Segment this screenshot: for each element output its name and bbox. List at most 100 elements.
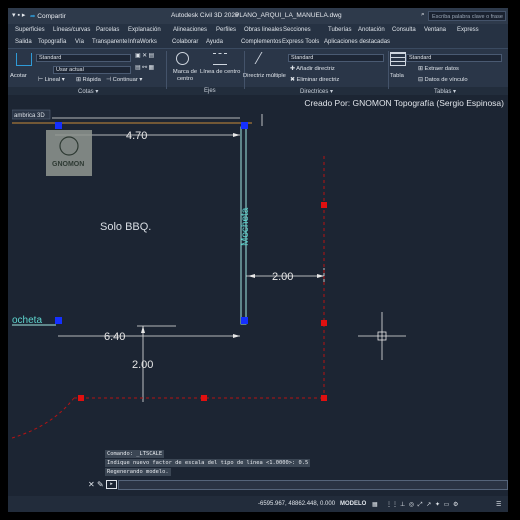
table-button[interactable]: Tabla [390, 73, 404, 79]
ribbon-tab[interactable]: Explanación [128, 27, 161, 33]
command-history-line: Comando: _LTSCALE [105, 450, 165, 458]
app-title: Autodesk Civil 3D 2026 [171, 12, 239, 19]
grip-red[interactable] [201, 395, 207, 401]
ribbon-tab[interactable]: Vía [75, 39, 84, 45]
table-icon[interactable] [390, 52, 406, 66]
dimension-style-dropdown[interactable]: Standard [36, 54, 131, 62]
ribbon-tab[interactable]: Ayuda [206, 39, 223, 45]
ribbon-tab[interactable]: Complementos [241, 39, 281, 45]
panel-label-cotas[interactable]: Cotas ▾ [78, 88, 98, 95]
room-label: Solo BBQ. [100, 221, 151, 233]
ribbon-tab[interactable]: Parcelas [96, 27, 119, 33]
grip-blue[interactable] [55, 317, 62, 324]
dimension-layer-dropdown[interactable]: Usar actual [53, 66, 131, 74]
ribbon-tab[interactable]: Transparente [92, 39, 127, 45]
ribbon-tab[interactable]: Obras lineales [244, 27, 282, 33]
drawing-svg[interactable]: ambrica 3D 4.70 GNOMON Mocheta ocheta So… [12, 96, 508, 484]
file-tab-label: ambrica 3D [14, 113, 45, 119]
coordinates-readout: -6595.967, 48862.448, 0.000 [258, 501, 336, 507]
ribbon: Acotar Standard ▣ ✕ ▤ Usar actual ▤ ⚯ ▦ … [8, 49, 508, 95]
menu-icon[interactable]: ☰ [496, 501, 501, 508]
quick-access-icons[interactable]: ▾ ▪ ▸ [12, 11, 25, 19]
ribbon-tab[interactable]: Tuberías [328, 27, 351, 33]
continue-button[interactable]: ⊣ Continuar ▾ [106, 77, 142, 83]
center-mark-icon[interactable] [176, 52, 189, 65]
dimension-arrow [248, 274, 255, 278]
dimension-icon[interactable] [16, 53, 32, 66]
center-line-button[interactable]: Línea de centro [200, 69, 240, 75]
ribbon-tab[interactable]: Aplicaciones destacadas [324, 39, 390, 45]
command-history-line: Regenerando modelo. [105, 468, 171, 476]
mocheta-label-vertical: Mocheta [240, 207, 251, 246]
dimension-arrow [317, 274, 324, 278]
ribbon-tab[interactable]: Colaborar [172, 39, 198, 45]
grip-blue[interactable] [55, 122, 62, 129]
grip-red[interactable] [321, 395, 327, 401]
grip-red[interactable] [78, 395, 84, 401]
extract-data-button[interactable]: ⊞ Extraer datos [418, 66, 459, 72]
drawing-canvas[interactable]: ambrica 3D 4.70 GNOMON Mocheta ocheta So… [12, 96, 508, 484]
ribbon-tab[interactable]: Líneas/curvas [53, 27, 90, 33]
dimension-text-vertical: 2.00 [132, 359, 153, 371]
command-recent-icon[interactable]: ▸ [106, 480, 117, 489]
panel-label-tablas[interactable]: Tablas ▾ [434, 88, 456, 95]
style-icons[interactable]: ▣ ✕ ▤ [135, 53, 154, 59]
divider [388, 51, 389, 89]
center-line-icon[interactable] [213, 53, 227, 65]
ribbon-tabs-row-1: Superficies Líneas/curvas Parcelas Explanac… [8, 24, 508, 36]
center-mark-button[interactable]: Marca de centro [170, 69, 200, 83]
title-bar: ▾ ▪ ▸ ➦ Compartir Autodesk Civil 3D 2026… [8, 8, 508, 24]
ribbon-tab[interactable]: Secciones [283, 27, 311, 33]
quick-button[interactable]: ⊞ Rápida [76, 77, 101, 83]
command-history-line: Indique nuevo factor de escala del tipo … [105, 459, 311, 467]
file-title: PLANO_ARQUI_LA_MANUELA.dwg [235, 12, 342, 19]
panel-label-directrices[interactable]: Directrices ▾ [300, 88, 333, 95]
command-customize-icon[interactable]: ✎ [97, 480, 104, 489]
grip-blue[interactable] [241, 122, 248, 129]
command-input[interactable] [118, 480, 508, 490]
layer-icons[interactable]: ▤ ⚯ ▦ [135, 65, 154, 71]
add-leader-button[interactable]: ✚ Añadir directriz [290, 66, 335, 72]
grid-icon[interactable]: ▦ [372, 501, 378, 508]
search-input[interactable]: Escriba palabra clave o frase [428, 11, 506, 21]
ribbon-tab[interactable]: Alineaciones [173, 27, 207, 33]
acotar-button[interactable]: Acotar [10, 73, 27, 79]
command-close-icon[interactable]: ✕ [88, 480, 95, 489]
model-space-button[interactable]: MODELO [340, 501, 366, 507]
snap-icon[interactable]: ⋮⋮ [386, 501, 398, 508]
table-style-dropdown[interactable]: Standard [406, 54, 502, 62]
crosshair-cursor [358, 312, 406, 360]
grip-red[interactable] [321, 320, 327, 326]
credit-text: Creado Por: GNOMON Topografía (Sergio Es… [304, 98, 504, 108]
grip-blue[interactable] [241, 317, 248, 324]
multileader-button[interactable]: Directriz múltiple [243, 73, 286, 79]
dimension-arrow [233, 133, 240, 137]
dimension-text-top: 4.70 [126, 130, 147, 142]
dimension-arrow [141, 326, 145, 333]
ribbon-tab[interactable]: Anotación [358, 27, 385, 33]
ribbon-tab[interactable]: Express [457, 27, 479, 33]
dimension-arrow [233, 334, 240, 338]
multileader-icon[interactable] [254, 52, 277, 64]
search-icon[interactable]: ⌕ [421, 11, 425, 19]
linear-button[interactable]: ⊢ Lineal ▾ [38, 77, 65, 83]
data-link-button[interactable]: ⊟ Datos de vínculo [418, 77, 468, 83]
ribbon-tab[interactable]: InfraWorks [128, 39, 157, 45]
ribbon-tab[interactable]: Express Tools [282, 39, 319, 45]
panel-label-ejes: Ejes [204, 88, 216, 94]
ribbon-tab[interactable]: Perfiles [216, 27, 236, 33]
dimension-text-right: 2.00 [272, 271, 293, 283]
application-window: ▾ ▪ ▸ ➦ Compartir Autodesk Civil 3D 2026… [8, 8, 508, 512]
ribbon-tab[interactable]: Topografía [38, 39, 66, 45]
ribbon-tab[interactable]: Superficies [15, 27, 45, 33]
status-icons[interactable]: ⊥ ◎ ⤢ ↗ ✦ ▭ ⚙ [400, 501, 459, 509]
dimension-text-left: 6.40 [104, 331, 125, 343]
ribbon-tab[interactable]: Ventana [424, 27, 446, 33]
remove-leader-button[interactable]: ✖ Eliminar directriz [290, 77, 339, 83]
ribbon-tab[interactable]: Salida [15, 39, 32, 45]
status-bar: -6595.967, 48862.448, 0.000 MODELO ▦ ⋮⋮ … [8, 496, 508, 512]
ribbon-tab[interactable]: Consulta [392, 27, 416, 33]
leader-style-dropdown[interactable]: Standard [288, 54, 384, 62]
share-button[interactable]: ➦ Compartir [30, 12, 66, 20]
grip-red[interactable] [321, 202, 327, 208]
